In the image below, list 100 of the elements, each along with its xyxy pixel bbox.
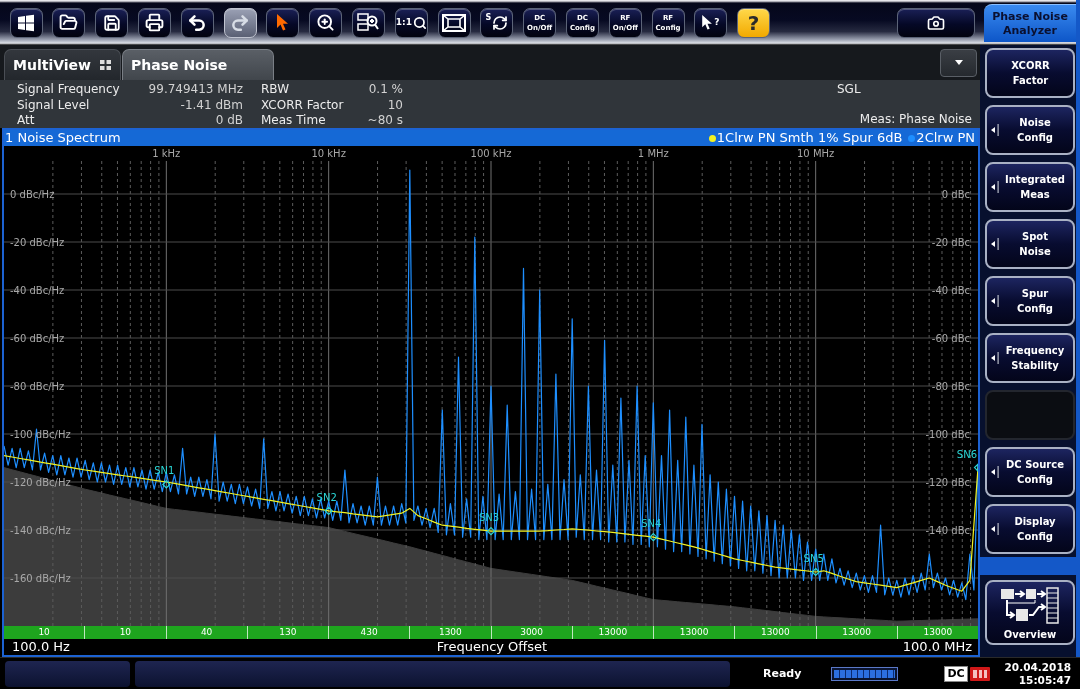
screenshot-button[interactable]	[897, 7, 975, 38]
softkey[interactable]: Frequency Stability	[985, 333, 1075, 383]
axis-label: -60 dBc	[931, 333, 970, 344]
multi-zoom-icon	[357, 13, 380, 32]
marker-label: SN6	[956, 448, 977, 460]
axis-title: Frequency Offset	[436, 639, 548, 655]
status-date: 20.04.2018	[1004, 660, 1071, 674]
print-button[interactable]	[138, 7, 171, 38]
axis-label: -140 dBc	[925, 525, 970, 536]
circular-arrows-icon	[492, 14, 509, 31]
info-label: RBW	[261, 82, 290, 98]
marker-icon	[811, 567, 820, 577]
start-button[interactable]	[9, 7, 43, 38]
axis-label: -40 dBc	[931, 285, 970, 296]
open-button[interactable]	[52, 7, 86, 38]
overview-softkey[interactable]: Overview	[985, 580, 1075, 645]
info-label: Meas Time	[261, 113, 327, 129]
axis-label: -20 dBc	[931, 237, 970, 248]
folder-icon	[59, 13, 79, 32]
softkey[interactable]: Integrated Meas	[985, 162, 1075, 212]
marker-icon	[324, 506, 333, 516]
dc-indicator: DC	[944, 665, 968, 682]
trace-legend: 1Clrw PN Smth 1% Spur 6dB	[716, 130, 903, 146]
axis-label: 1 MHz	[637, 148, 669, 159]
softkey[interactable]: Spur Config	[985, 276, 1075, 326]
undo-arrow-icon	[187, 12, 208, 33]
info-value: 10	[387, 97, 403, 113]
status-message: Ready	[763, 667, 802, 680]
help-button[interactable]: ?	[737, 7, 771, 38]
info-value: -1.41 dBm	[180, 97, 243, 113]
submenu-arrow-icon	[991, 522, 999, 536]
axis-label: -20 dBc/Hz	[10, 237, 65, 248]
axis-label: -140 dBc/Hz	[10, 525, 71, 536]
submenu-arrow-icon	[991, 351, 999, 365]
axis-label: -120 dBc/Hz	[10, 477, 71, 488]
axis-label: -60 dBc/Hz	[10, 333, 65, 344]
app-title-tab[interactable]: Phase Noise Analyzer	[984, 4, 1076, 42]
fullscreen-button[interactable]	[437, 7, 471, 38]
zoom-button[interactable]	[309, 7, 343, 38]
axis-label: 10 MHz	[797, 148, 835, 159]
view-tab[interactable]: MultiView	[4, 49, 121, 80]
info-value: ~80 s	[367, 113, 403, 129]
softkey[interactable]: DC Source Config	[985, 447, 1075, 497]
printer-icon	[145, 13, 164, 32]
marker-label: SN2	[316, 491, 337, 503]
axis-label: -100 dBc	[925, 429, 970, 440]
context-help-button[interactable]: ?	[694, 7, 728, 38]
marker-icon	[649, 532, 658, 542]
logo-icon	[969, 666, 990, 681]
redo-arrow-icon	[230, 12, 251, 33]
info-label: Signal Frequency	[17, 82, 120, 98]
frame-icon	[442, 13, 467, 32]
signal-flow-icon	[999, 586, 1061, 625]
info-value: 99.749413 MHz	[148, 82, 243, 98]
zoom-reset-button[interactable]: 1:1	[394, 7, 428, 38]
caret-icon	[954, 60, 963, 65]
refresh-button[interactable]: S	[480, 7, 514, 38]
submenu-arrow-icon	[991, 294, 999, 308]
measurement-label: Meas: Phase Noise	[859, 111, 972, 127]
pointer-button[interactable]	[266, 7, 300, 38]
cursor-arrow-icon	[702, 15, 714, 30]
softkey[interactable]: Display Config	[985, 504, 1075, 554]
stop-frequency: 100.0 MHz	[902, 639, 972, 655]
zoom-in-icon	[316, 13, 336, 32]
trace-legend: 2Clrw PN	[916, 130, 975, 146]
cursor-arrow-icon	[276, 14, 289, 31]
info-value: 0.1 %	[368, 82, 403, 98]
info-value: 0 dB	[215, 113, 243, 129]
marker-icon	[162, 480, 171, 489]
info-label: XCORR Factor	[261, 97, 344, 113]
start-frequency: 100.0 Hz	[12, 639, 70, 655]
window-title: 1 Noise Spectrum	[5, 130, 121, 146]
axis-label: 10 kHz	[311, 148, 346, 159]
magnifier-icon	[412, 15, 427, 30]
softkey[interactable]: Spot Noise	[985, 219, 1075, 269]
axis-label: -80 dBc	[931, 381, 970, 392]
four-panes-icon	[17, 13, 36, 32]
submenu-arrow-icon	[991, 465, 999, 479]
info-label: Signal Level	[17, 97, 91, 113]
axis-label: -120 dBc	[925, 477, 970, 488]
submenu-arrow-icon	[991, 180, 999, 194]
submenu-arrow-icon	[991, 237, 999, 251]
sweep-mode-label: SGL	[837, 82, 861, 98]
multi-zoom-button[interactable]	[351, 7, 385, 38]
status-time: 15:05:47	[1018, 673, 1071, 687]
softkey[interactable]: Noise Config	[985, 105, 1075, 155]
axis-label: 1 kHz	[152, 148, 181, 159]
grid-icon	[100, 60, 111, 70]
submenu-arrow-icon	[991, 123, 999, 137]
camera-icon	[927, 13, 945, 32]
view-tab[interactable]: Phase Noise	[122, 49, 275, 80]
save-button[interactable]	[95, 7, 129, 38]
axis-label: 0 dBc/Hz	[10, 189, 55, 200]
marker-label: SN1	[154, 465, 175, 477]
info-label: Att	[17, 113, 36, 129]
undo-button[interactable]	[180, 7, 214, 38]
softkey[interactable]: XCORR Factor	[985, 48, 1075, 98]
axis-label: 100 kHz	[470, 148, 512, 159]
axis-label: -40 dBc/Hz	[10, 285, 65, 296]
dropdown-button[interactable]	[940, 48, 977, 77]
